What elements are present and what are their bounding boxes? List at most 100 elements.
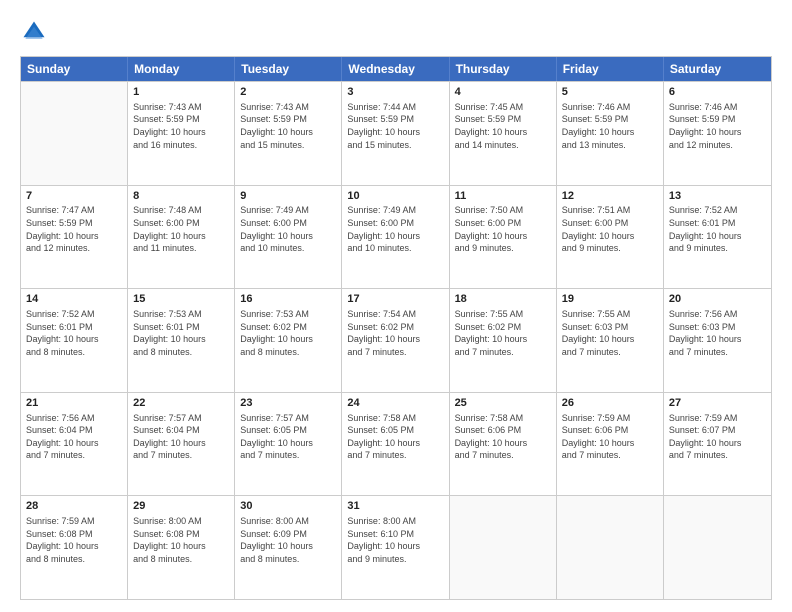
calendar-cell: 2Sunrise: 7:43 AM Sunset: 5:59 PM Daylig… xyxy=(235,82,342,185)
calendar-cell: 10Sunrise: 7:49 AM Sunset: 6:00 PM Dayli… xyxy=(342,186,449,289)
calendar-cell: 30Sunrise: 8:00 AM Sunset: 6:09 PM Dayli… xyxy=(235,496,342,599)
day-number: 8 xyxy=(133,189,229,204)
cell-info: Sunrise: 7:55 AM Sunset: 6:02 PM Dayligh… xyxy=(455,308,551,358)
day-header-wednesday: Wednesday xyxy=(342,57,449,81)
cell-info: Sunrise: 7:59 AM Sunset: 6:06 PM Dayligh… xyxy=(562,412,658,462)
calendar-cell xyxy=(664,496,771,599)
day-number: 14 xyxy=(26,292,122,307)
calendar-cell xyxy=(450,496,557,599)
calendar-cell: 13Sunrise: 7:52 AM Sunset: 6:01 PM Dayli… xyxy=(664,186,771,289)
day-number: 9 xyxy=(240,189,336,204)
calendar-row-2: 14Sunrise: 7:52 AM Sunset: 6:01 PM Dayli… xyxy=(21,288,771,392)
cell-info: Sunrise: 7:58 AM Sunset: 6:05 PM Dayligh… xyxy=(347,412,443,462)
calendar-cell: 23Sunrise: 7:57 AM Sunset: 6:05 PM Dayli… xyxy=(235,393,342,496)
day-number: 17 xyxy=(347,292,443,307)
calendar-row-4: 28Sunrise: 7:59 AM Sunset: 6:08 PM Dayli… xyxy=(21,495,771,599)
cell-info: Sunrise: 8:00 AM Sunset: 6:09 PM Dayligh… xyxy=(240,515,336,565)
day-number: 27 xyxy=(669,396,766,411)
calendar-cell: 8Sunrise: 7:48 AM Sunset: 6:00 PM Daylig… xyxy=(128,186,235,289)
cell-info: Sunrise: 7:56 AM Sunset: 6:04 PM Dayligh… xyxy=(26,412,122,462)
cell-info: Sunrise: 7:50 AM Sunset: 6:00 PM Dayligh… xyxy=(455,204,551,254)
cell-info: Sunrise: 7:56 AM Sunset: 6:03 PM Dayligh… xyxy=(669,308,766,358)
cell-info: Sunrise: 7:59 AM Sunset: 6:08 PM Dayligh… xyxy=(26,515,122,565)
day-header-monday: Monday xyxy=(128,57,235,81)
day-number: 20 xyxy=(669,292,766,307)
calendar-cell: 25Sunrise: 7:58 AM Sunset: 6:06 PM Dayli… xyxy=(450,393,557,496)
day-number: 31 xyxy=(347,499,443,514)
day-number: 21 xyxy=(26,396,122,411)
cell-info: Sunrise: 7:57 AM Sunset: 6:04 PM Dayligh… xyxy=(133,412,229,462)
cell-info: Sunrise: 7:51 AM Sunset: 6:00 PM Dayligh… xyxy=(562,204,658,254)
day-header-saturday: Saturday xyxy=(664,57,771,81)
cell-info: Sunrise: 7:47 AM Sunset: 5:59 PM Dayligh… xyxy=(26,204,122,254)
day-header-friday: Friday xyxy=(557,57,664,81)
day-number: 30 xyxy=(240,499,336,514)
cell-info: Sunrise: 7:43 AM Sunset: 5:59 PM Dayligh… xyxy=(240,101,336,151)
calendar-cell: 4Sunrise: 7:45 AM Sunset: 5:59 PM Daylig… xyxy=(450,82,557,185)
calendar-cell: 19Sunrise: 7:55 AM Sunset: 6:03 PM Dayli… xyxy=(557,289,664,392)
day-number: 19 xyxy=(562,292,658,307)
calendar-cell: 31Sunrise: 8:00 AM Sunset: 6:10 PM Dayli… xyxy=(342,496,449,599)
calendar-cell: 6Sunrise: 7:46 AM Sunset: 5:59 PM Daylig… xyxy=(664,82,771,185)
cell-info: Sunrise: 7:53 AM Sunset: 6:01 PM Dayligh… xyxy=(133,308,229,358)
calendar-cell: 29Sunrise: 8:00 AM Sunset: 6:08 PM Dayli… xyxy=(128,496,235,599)
calendar-cell: 22Sunrise: 7:57 AM Sunset: 6:04 PM Dayli… xyxy=(128,393,235,496)
calendar-cell xyxy=(21,82,128,185)
day-number: 16 xyxy=(240,292,336,307)
day-number: 23 xyxy=(240,396,336,411)
calendar-header: SundayMondayTuesdayWednesdayThursdayFrid… xyxy=(21,57,771,81)
cell-info: Sunrise: 7:46 AM Sunset: 5:59 PM Dayligh… xyxy=(669,101,766,151)
cell-info: Sunrise: 7:54 AM Sunset: 6:02 PM Dayligh… xyxy=(347,308,443,358)
calendar-cell: 21Sunrise: 7:56 AM Sunset: 6:04 PM Dayli… xyxy=(21,393,128,496)
day-number: 15 xyxy=(133,292,229,307)
calendar-row-1: 7Sunrise: 7:47 AM Sunset: 5:59 PM Daylig… xyxy=(21,185,771,289)
calendar-cell: 27Sunrise: 7:59 AM Sunset: 6:07 PM Dayli… xyxy=(664,393,771,496)
cell-info: Sunrise: 7:53 AM Sunset: 6:02 PM Dayligh… xyxy=(240,308,336,358)
calendar-cell: 1Sunrise: 7:43 AM Sunset: 5:59 PM Daylig… xyxy=(128,82,235,185)
day-number: 4 xyxy=(455,85,551,100)
day-header-tuesday: Tuesday xyxy=(235,57,342,81)
cell-info: Sunrise: 7:57 AM Sunset: 6:05 PM Dayligh… xyxy=(240,412,336,462)
day-number: 12 xyxy=(562,189,658,204)
day-number: 13 xyxy=(669,189,766,204)
calendar-cell: 26Sunrise: 7:59 AM Sunset: 6:06 PM Dayli… xyxy=(557,393,664,496)
cell-info: Sunrise: 7:52 AM Sunset: 6:01 PM Dayligh… xyxy=(669,204,766,254)
day-header-sunday: Sunday xyxy=(21,57,128,81)
calendar-cell: 24Sunrise: 7:58 AM Sunset: 6:05 PM Dayli… xyxy=(342,393,449,496)
calendar-cell: 17Sunrise: 7:54 AM Sunset: 6:02 PM Dayli… xyxy=(342,289,449,392)
cell-info: Sunrise: 7:46 AM Sunset: 5:59 PM Dayligh… xyxy=(562,101,658,151)
calendar-body: 1Sunrise: 7:43 AM Sunset: 5:59 PM Daylig… xyxy=(21,81,771,599)
cell-info: Sunrise: 7:49 AM Sunset: 6:00 PM Dayligh… xyxy=(347,204,443,254)
cell-info: Sunrise: 7:43 AM Sunset: 5:59 PM Dayligh… xyxy=(133,101,229,151)
calendar-row-0: 1Sunrise: 7:43 AM Sunset: 5:59 PM Daylig… xyxy=(21,81,771,185)
calendar-cell: 3Sunrise: 7:44 AM Sunset: 5:59 PM Daylig… xyxy=(342,82,449,185)
day-number: 10 xyxy=(347,189,443,204)
day-number: 2 xyxy=(240,85,336,100)
day-number: 29 xyxy=(133,499,229,514)
day-number: 28 xyxy=(26,499,122,514)
day-number: 25 xyxy=(455,396,551,411)
calendar-cell: 7Sunrise: 7:47 AM Sunset: 5:59 PM Daylig… xyxy=(21,186,128,289)
day-number: 22 xyxy=(133,396,229,411)
day-number: 6 xyxy=(669,85,766,100)
logo-icon xyxy=(20,18,48,46)
day-number: 1 xyxy=(133,85,229,100)
day-number: 5 xyxy=(562,85,658,100)
calendar-cell: 16Sunrise: 7:53 AM Sunset: 6:02 PM Dayli… xyxy=(235,289,342,392)
cell-info: Sunrise: 7:52 AM Sunset: 6:01 PM Dayligh… xyxy=(26,308,122,358)
calendar: SundayMondayTuesdayWednesdayThursdayFrid… xyxy=(20,56,772,600)
calendar-cell xyxy=(557,496,664,599)
day-number: 24 xyxy=(347,396,443,411)
cell-info: Sunrise: 7:45 AM Sunset: 5:59 PM Dayligh… xyxy=(455,101,551,151)
calendar-cell: 12Sunrise: 7:51 AM Sunset: 6:00 PM Dayli… xyxy=(557,186,664,289)
cell-info: Sunrise: 7:55 AM Sunset: 6:03 PM Dayligh… xyxy=(562,308,658,358)
calendar-cell: 11Sunrise: 7:50 AM Sunset: 6:00 PM Dayli… xyxy=(450,186,557,289)
calendar-cell: 9Sunrise: 7:49 AM Sunset: 6:00 PM Daylig… xyxy=(235,186,342,289)
day-number: 11 xyxy=(455,189,551,204)
calendar-cell: 20Sunrise: 7:56 AM Sunset: 6:03 PM Dayli… xyxy=(664,289,771,392)
day-number: 3 xyxy=(347,85,443,100)
header xyxy=(20,18,772,46)
cell-info: Sunrise: 7:58 AM Sunset: 6:06 PM Dayligh… xyxy=(455,412,551,462)
logo xyxy=(20,18,52,46)
calendar-cell: 28Sunrise: 7:59 AM Sunset: 6:08 PM Dayli… xyxy=(21,496,128,599)
